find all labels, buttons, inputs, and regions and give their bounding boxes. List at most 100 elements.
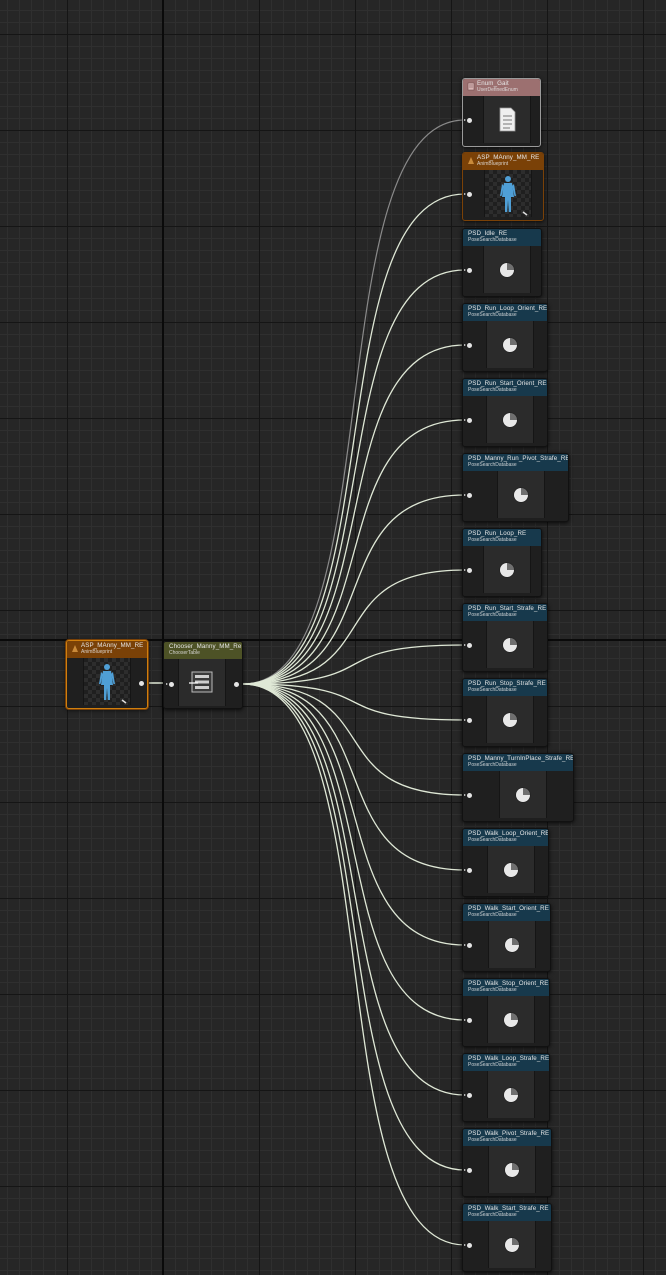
target-node-psd[interactable]: PSD_Walk_Loop_Strafe_RE PoseSearchDatabas… (462, 1053, 550, 1122)
node-type: PoseSearchDatabase (468, 387, 517, 393)
node-title: PSD_Walk_Start_Strafe_RE (468, 1205, 549, 1212)
target-node-psd[interactable]: PSD_Run_Stop_Strafe_RE PoseSearchDatabase (462, 678, 548, 747)
node-title: Chooser_Manny_MM_Re (169, 643, 242, 650)
node-header: PSD_Walk_Pivot_Strafe_RE PoseSearchDataba… (463, 1129, 551, 1146)
target-node-psd[interactable]: PSD_Run_Start_Orient_RE PoseSearchDatabas… (462, 378, 548, 447)
asset-thumbnail (486, 696, 534, 743)
asset-thumbnail (497, 471, 545, 518)
node-title: PSD_Run_Start_Strafe_RE (468, 605, 547, 612)
target-node-psd[interactable]: PSD_Walk_Pivot_Strafe_RE PoseSearchDataba… (462, 1128, 552, 1197)
input-pin[interactable] (464, 943, 472, 948)
input-pin[interactable] (464, 643, 472, 648)
asset-thumbnail (499, 771, 547, 818)
pie-chart-icon (504, 862, 518, 877)
animblueprint-icon (468, 157, 474, 164)
asset-thumbnail (486, 396, 534, 443)
input-pin[interactable] (464, 1168, 472, 1173)
asset-thumbnail (487, 996, 535, 1043)
connection-wires (143, 119, 466, 1246)
input-pin[interactable] (464, 868, 472, 873)
asset-thumbnail (486, 621, 534, 668)
input-pin[interactable] (464, 718, 472, 723)
input-pin[interactable] (464, 493, 472, 498)
asset-thumbnail (487, 1071, 535, 1118)
pie-chart-icon (503, 712, 517, 727)
node-title: PSD_Walk_Stop_Orient_RE (468, 980, 549, 987)
pie-chart-icon (500, 562, 514, 577)
source-animblueprint-node[interactable]: ASP_MAnny_MM_RE AnimBlueprint (66, 640, 148, 709)
node-type: PoseSearchDatabase (468, 237, 517, 243)
node-header: PSD_Walk_Loop_Strafe_RE PoseSearchDatabas… (463, 1054, 549, 1071)
node-header: ASP_MAnny_MM_RE AnimBlueprint (67, 641, 147, 658)
input-pin[interactable] (464, 192, 472, 197)
node-type: PoseSearchDatabase (468, 312, 517, 318)
node-header: PSD_Walk_Loop_Orient_RE PoseSearchDatabas… (463, 829, 548, 846)
wire-chooser-to-target (242, 494, 466, 685)
asset-thumbnail (488, 1146, 536, 1193)
pie-chart-icon (504, 1012, 518, 1027)
target-node-psd[interactable]: PSD_Walk_Start_Strafe_RE PoseSearchDataba… (462, 1203, 552, 1272)
pie-chart-icon (514, 487, 528, 502)
node-type: PoseSearchDatabase (468, 987, 517, 993)
node-header: PSD_Idle_RE PoseSearchDatabase (463, 229, 541, 246)
target-node-psd[interactable]: PSD_Run_Loop_RE PoseSearchDatabase (462, 528, 542, 597)
node-title: PSD_Manny_TurnInPlace_Strafe_RE (468, 755, 574, 762)
target-node-abp[interactable]: ASP_MAnny_MM_RE AnimBlueprint (462, 152, 544, 221)
node-title: PSD_Manny_Run_Pivot_Strafe_RE (468, 455, 569, 462)
input-pin[interactable] (464, 418, 472, 423)
pie-chart-icon (504, 1087, 518, 1102)
node-header: PSD_Run_Loop_Orient_RE PoseSearchDatabase (463, 304, 547, 321)
asset-thumbnail (83, 658, 131, 705)
target-node-psd[interactable]: PSD_Run_Loop_Orient_RE PoseSearchDatabase (462, 303, 548, 372)
character-figure-icon (500, 176, 528, 216)
input-pin[interactable] (464, 1093, 472, 1098)
output-pin[interactable] (234, 682, 239, 687)
node-type: PoseSearchDatabase (468, 462, 517, 468)
wire-chooser-to-target (242, 193, 466, 685)
target-node-enum[interactable]: Enum_Gait UserDefinedEnum (462, 78, 541, 147)
pie-chart-icon (505, 937, 519, 952)
pie-chart-icon (503, 337, 517, 352)
node-title: PSD_Idle_RE (468, 230, 508, 237)
node-type: ChooserTable (169, 650, 200, 656)
target-node-psd[interactable]: PSD_Walk_Stop_Orient_RE PoseSearchDatabas… (462, 978, 550, 1047)
node-type: PoseSearchDatabase (468, 537, 517, 543)
input-pin[interactable] (464, 568, 472, 573)
wire-chooser-to-target (242, 683, 466, 1096)
target-node-psd[interactable]: PSD_Manny_Run_Pivot_Strafe_RE PoseSearchD… (462, 453, 569, 522)
node-header: PSD_Run_Start_Strafe_RE PoseSearchDatabas… (463, 604, 547, 621)
chooser-table-node[interactable]: Chooser_Manny_MM_Re ChooserTable (163, 641, 243, 709)
input-pin[interactable] (464, 793, 472, 798)
document-icon (499, 107, 516, 132)
node-header: Chooser_Manny_MM_Re ChooserTable (164, 642, 242, 659)
asset-thumbnail (484, 170, 532, 217)
input-pin[interactable] (166, 682, 174, 687)
node-title: PSD_Run_Loop_Orient_RE (468, 305, 548, 312)
pie-chart-icon (503, 637, 517, 652)
node-header: PSD_Run_Stop_Strafe_RE PoseSearchDatabase (463, 679, 547, 696)
node-type: PoseSearchDatabase (468, 1212, 517, 1218)
wire-chooser-to-target (242, 569, 466, 685)
asset-thumbnail (488, 1221, 536, 1268)
input-pin[interactable] (464, 1243, 472, 1248)
node-type: AnimBlueprint (81, 649, 113, 655)
input-pin[interactable] (464, 343, 472, 348)
input-pin[interactable] (464, 268, 472, 273)
node-header: PSD_Manny_Run_Pivot_Strafe_RE PoseSearchD… (463, 454, 568, 471)
target-node-psd[interactable]: PSD_Manny_TurnInPlace_Strafe_RE PoseSearc… (462, 753, 574, 822)
output-pin[interactable] (139, 681, 144, 686)
graph-canvas[interactable]: ASP_MAnny_MM_RE AnimBlueprint Chooser_Ma… (0, 0, 666, 1275)
target-node-psd[interactable]: PSD_Walk_Start_Orient_RE PoseSearchDataba… (462, 903, 551, 972)
input-pin[interactable] (464, 118, 472, 123)
target-node-psd[interactable]: PSD_Idle_RE PoseSearchDatabase (462, 228, 542, 297)
wire-chooser-to-target (242, 269, 466, 685)
target-node-psd[interactable]: PSD_Walk_Loop_Orient_RE PoseSearchDatabas… (462, 828, 549, 897)
asset-thumbnail (483, 96, 531, 143)
wire-chooser-to-target (242, 683, 466, 1021)
input-pin[interactable] (464, 1018, 472, 1023)
target-node-psd[interactable]: PSD_Run_Start_Strafe_RE PoseSearchDatabas… (462, 603, 548, 672)
node-title: ASP_MAnny_MM_RE (477, 154, 540, 161)
node-header: PSD_Manny_TurnInPlace_Strafe_RE PoseSearc… (463, 754, 573, 771)
asset-thumbnail (483, 246, 531, 293)
asset-thumbnail (486, 321, 534, 368)
